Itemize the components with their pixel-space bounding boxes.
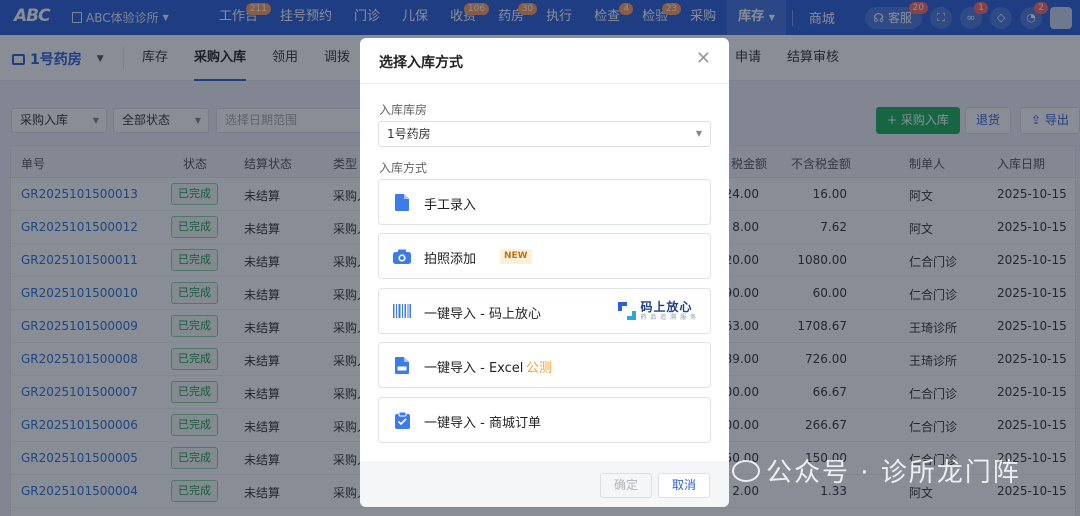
option-label: 拍照添加 (424, 252, 477, 267)
dialog-title: 选择入库方式 (379, 55, 463, 71)
divider (360, 83, 729, 84)
warehouse-select[interactable]: 1号药房 ▼ (378, 121, 711, 147)
camera-icon (393, 247, 411, 265)
method-label: 入库方式 (379, 161, 428, 175)
caret-down-icon: ▼ (695, 129, 702, 138)
confirm-button[interactable]: 确定 (600, 473, 652, 498)
close-icon[interactable]: ✕ (696, 49, 711, 69)
option-import-excel[interactable]: 一键导入 - Excel 公测 (378, 342, 711, 388)
option-label: 一键导入 - 商城订单 (424, 416, 541, 431)
option-photo-add[interactable]: 拍照添加 NEW (378, 233, 711, 279)
option-label: 一键导入 - Excel (424, 361, 524, 376)
document-icon (393, 193, 411, 211)
trace-brand-logo: 码上放心 药 品 追 溯 服 务 (618, 301, 697, 321)
warehouse-label: 入库库房 (379, 103, 428, 117)
option-label: 手工录入 (424, 198, 477, 213)
stock-in-method-dialog: 选择入库方式 ✕ 入库库房 1号药房 ▼ 入库方式 手工录入 拍照添加 NEW … (360, 38, 729, 507)
new-badge: NEW (500, 249, 532, 264)
cancel-button[interactable]: 取消 (658, 473, 710, 498)
option-import-trace[interactable]: 一键导入 - 码上放心 码上放心 药 品 追 溯 服 务 (378, 288, 711, 334)
brand-mark-icon (618, 302, 637, 320)
wechat-icon (732, 459, 760, 482)
option-manual-entry[interactable]: 手工录入 (378, 179, 711, 225)
watermark: 公众号 · 诊所龙门阵 (732, 452, 1021, 489)
beta-badge: 公测 (526, 361, 553, 376)
dialog-footer: 确定 取消 (360, 462, 729, 507)
excel-icon (393, 356, 411, 374)
option-import-mall-order[interactable]: 一键导入 - 商城订单 (378, 397, 711, 443)
clipboard-icon (393, 411, 411, 429)
option-label: 一键导入 - 码上放心 (424, 307, 541, 322)
barcode-icon (393, 302, 411, 320)
